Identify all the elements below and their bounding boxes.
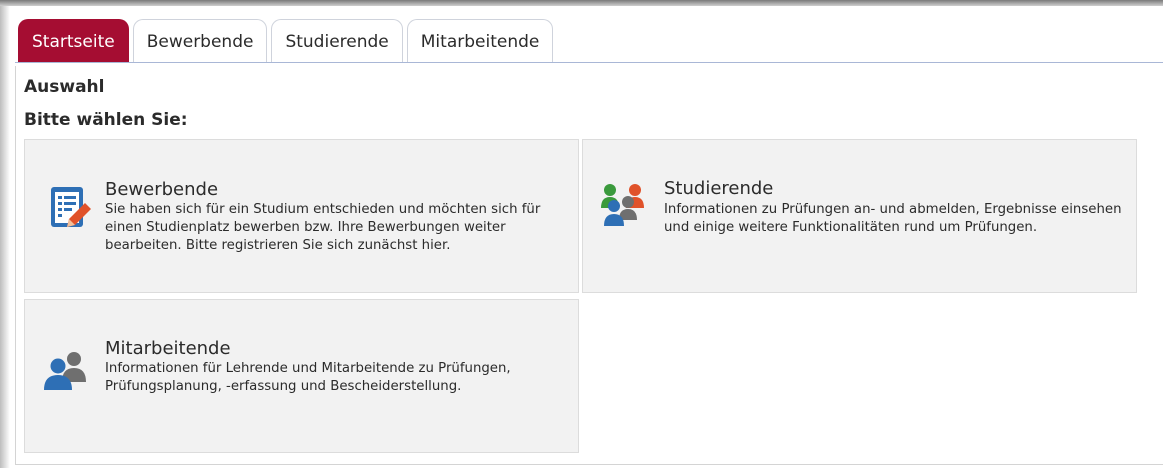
tab-startseite[interactable]: Startseite (18, 19, 129, 63)
portal-page: Startseite Bewerbende Studierende Mitarb… (0, 0, 1163, 468)
tab-bewerbende[interactable]: Bewerbende (132, 19, 268, 63)
card-description: Informationen zu Prüfungen an- und abmel… (664, 202, 1122, 235)
card-title: Bewerbende (105, 179, 219, 200)
section-heading: Auswahl (24, 77, 105, 97)
card-bewerbende[interactable]: Bewerbende Sie haben sich für ein Studiu… (24, 139, 579, 293)
staff-group-icon (44, 352, 86, 390)
selection-prompt: Bitte wählen Sie: (24, 110, 188, 130)
card-description: Sie haben sich für ein Studium entschied… (105, 202, 541, 253)
tab-studierende[interactable]: Studierende (271, 19, 403, 63)
card-title: Mitarbeitende (105, 338, 231, 359)
students-group-icon (601, 184, 644, 226)
main-tab-bar: Startseite Bewerbende Studierende Mitarb… (18, 17, 557, 63)
window-top-edge (0, 0, 1163, 6)
card-description: Informationen für Lehrende und Mitarbeit… (105, 361, 511, 394)
window-left-shadow (0, 6, 10, 468)
card-mitarbeitende[interactable]: Mitarbeitende Informationen für Lehrende… (24, 299, 579, 453)
application-form-icon (51, 187, 91, 227)
tab-mitarbeitende[interactable]: Mitarbeitende (406, 19, 554, 63)
tab-bar-divider (15, 62, 1163, 63)
card-studierende[interactable]: Studierende Informationen zu Prüfungen a… (582, 139, 1137, 293)
card-title: Studierende (664, 178, 774, 199)
